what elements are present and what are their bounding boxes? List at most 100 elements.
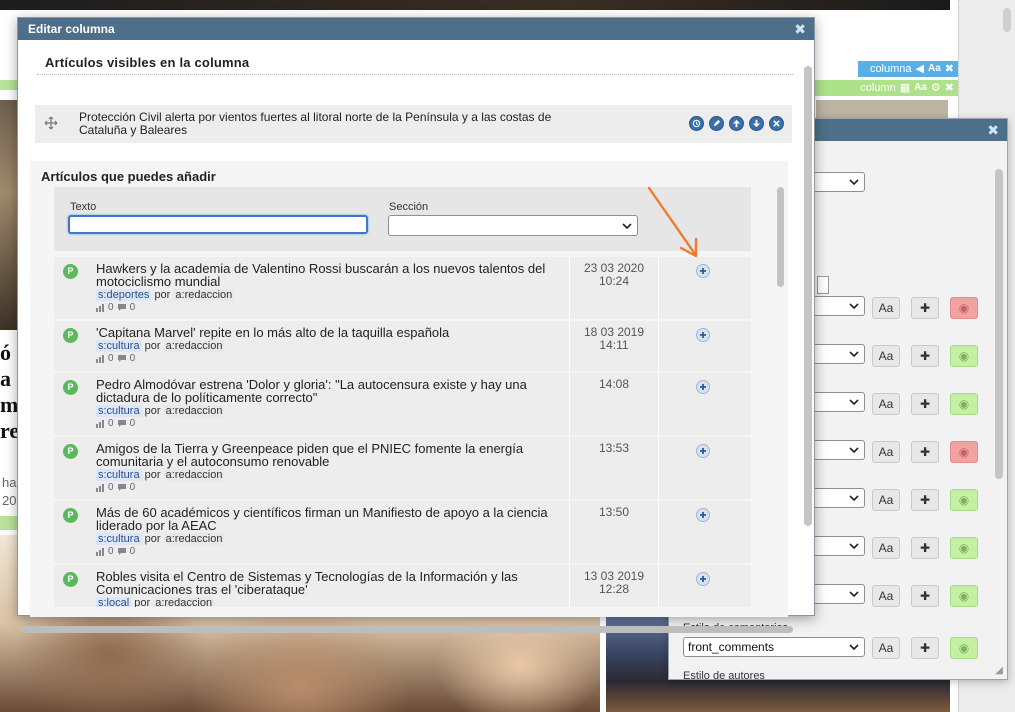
- add-button[interactable]: ✚: [911, 489, 939, 511]
- visibility-button[interactable]: ◉: [950, 345, 978, 367]
- article-row[interactable]: P Más de 60 académicos y científicos firm…: [54, 501, 751, 563]
- add-button[interactable]: ✚: [911, 297, 939, 319]
- article-stats: 00: [96, 302, 135, 313]
- article-row[interactable]: P Pedro Almodóvar estrena 'Dolor y gloria…: [54, 373, 751, 435]
- article-section[interactable]: s:cultura: [96, 469, 142, 481]
- visibility-button[interactable]: ◉: [950, 441, 978, 463]
- visible-article-title: Protección Civil alerta por vientos fuer…: [79, 110, 552, 137]
- article-section[interactable]: s:cultura: [96, 340, 142, 352]
- dialog-horizontal-scrollbar[interactable]: [21, 626, 793, 633]
- views-icon: [96, 354, 104, 363]
- add-button[interactable]: ✚: [911, 537, 939, 559]
- add-button[interactable]: ✚: [911, 585, 939, 607]
- add-button[interactable]: ✚: [911, 393, 939, 415]
- article-author[interactable]: a:redaccion: [163, 469, 225, 481]
- article-row[interactable]: P Amigos de la Tierra y Greenpeace piden …: [54, 437, 751, 499]
- page-scrollbar[interactable]: [1003, 8, 1011, 32]
- chevron-down-icon: [849, 447, 859, 454]
- add-article-button[interactable]: [696, 572, 710, 586]
- article-row[interactable]: P 'Capitana Marvel' repite en lo más alto…: [54, 321, 751, 371]
- triangle-left-icon[interactable]: ◀: [916, 61, 924, 77]
- gear-icon[interactable]: ⚙: [931, 80, 941, 96]
- visibility-button[interactable]: ◉: [950, 489, 978, 511]
- comments-icon: [117, 484, 126, 491]
- dialog-title: Editar columna: [28, 22, 115, 36]
- resize-handle-icon[interactable]: ◢: [995, 665, 1003, 676]
- text-filter-input[interactable]: [68, 215, 368, 234]
- article-row[interactable]: P Hawkers y la academia de Valentino Ross…: [54, 257, 751, 319]
- comments-add-button[interactable]: ✚: [911, 637, 939, 659]
- article-by: por: [144, 405, 161, 417]
- article-section[interactable]: s:cultura: [96, 405, 142, 417]
- comments-font-button[interactable]: Aa: [872, 637, 900, 659]
- views-icon: [96, 483, 104, 492]
- views-icon: [96, 547, 104, 556]
- close-icon[interactable]: ✖: [987, 122, 999, 138]
- list-scrollbar[interactable]: [777, 187, 784, 287]
- article-author[interactable]: a:redaccion: [153, 597, 215, 607]
- chevron-down-icon: [849, 543, 859, 550]
- checkbox-field[interactable]: [817, 276, 829, 294]
- chevron-down-icon: [622, 223, 632, 230]
- comments-icon: [117, 420, 126, 427]
- comments-style-select[interactable]: front_comments: [683, 637, 865, 657]
- article-section[interactable]: s:cultura: [96, 533, 142, 545]
- add-article-button[interactable]: [696, 380, 710, 394]
- published-badge: P: [63, 444, 78, 459]
- dialog-scrollbar[interactable]: [804, 66, 812, 526]
- add-article-button[interactable]: [696, 444, 710, 458]
- article-section[interactable]: s:deportes: [96, 289, 152, 301]
- visibility-button[interactable]: ◉: [950, 297, 978, 319]
- move-handle-icon[interactable]: [44, 116, 58, 130]
- font-size-icon-2[interactable]: Aa: [914, 80, 927, 96]
- edit-icon[interactable]: [709, 116, 724, 131]
- close-icon[interactable]: ✖: [945, 61, 954, 77]
- font-button[interactable]: Aa: [872, 345, 900, 367]
- published-badge: P: [63, 508, 78, 523]
- article-by: por: [144, 340, 161, 352]
- visibility-button[interactable]: ◉: [950, 393, 978, 415]
- font-button[interactable]: Aa: [872, 441, 900, 463]
- add-button[interactable]: ✚: [911, 441, 939, 463]
- column-tag-bar-green[interactable]: column ▦ Aa ⚙ ✖: [812, 80, 958, 96]
- add-article-button[interactable]: [696, 328, 710, 342]
- font-button[interactable]: Aa: [872, 537, 900, 559]
- article-author[interactable]: a:redaccion: [173, 289, 235, 301]
- grid-icon[interactable]: ▦: [900, 80, 910, 96]
- article-title: Amigos de la Tierra y Greenpeace piden q…: [96, 441, 524, 469]
- column-tag-bar[interactable]: columna ◀ Aa ✖: [858, 61, 958, 77]
- visibility-button[interactable]: ◉: [950, 585, 978, 607]
- add-article-button[interactable]: [696, 264, 710, 278]
- background-left-photo: [0, 100, 18, 330]
- article-author[interactable]: a:redaccion: [163, 533, 225, 545]
- dialog-titlebar[interactable]: Editar columna ✖: [18, 18, 814, 40]
- remove-icon[interactable]: [769, 116, 784, 131]
- secondary-dialog-scrollbar[interactable]: [995, 169, 1003, 479]
- visibility-button[interactable]: ◉: [950, 537, 978, 559]
- close-icon-2[interactable]: ✖: [945, 80, 954, 96]
- font-button[interactable]: Aa: [872, 297, 900, 319]
- section-divider: [37, 74, 793, 75]
- article-author[interactable]: a:redaccion: [163, 340, 225, 352]
- close-icon[interactable]: ✖: [794, 18, 806, 40]
- font-button[interactable]: Aa: [872, 393, 900, 415]
- plus-icon: [700, 332, 706, 338]
- visible-article-row[interactable]: Protección Civil alerta por vientos fuer…: [35, 105, 792, 143]
- arrow-up-icon[interactable]: [729, 116, 744, 131]
- font-size-icon[interactable]: Aa: [928, 61, 941, 77]
- article-row[interactable]: P Robles visita el Centro de Sistemas y T…: [54, 565, 751, 607]
- add-articles-panel: Artículos que puedes añadir Texto Secció…: [30, 161, 788, 617]
- comments-count: 0: [129, 546, 136, 557]
- arrow-down-icon[interactable]: [749, 116, 764, 131]
- article-stats: 00: [96, 353, 135, 364]
- article-section[interactable]: s:local: [96, 597, 132, 607]
- clock-icon[interactable]: [689, 116, 704, 131]
- section-filter-select[interactable]: [388, 215, 638, 236]
- article-title: Robles visita el Centro de Sistemas y Te…: [96, 569, 518, 597]
- font-button[interactable]: Aa: [872, 489, 900, 511]
- font-button[interactable]: Aa: [872, 585, 900, 607]
- add-article-button[interactable]: [696, 508, 710, 522]
- comments-visibility-button[interactable]: ◉: [950, 637, 978, 659]
- add-button[interactable]: ✚: [911, 345, 939, 367]
- article-author[interactable]: a:redaccion: [163, 405, 225, 417]
